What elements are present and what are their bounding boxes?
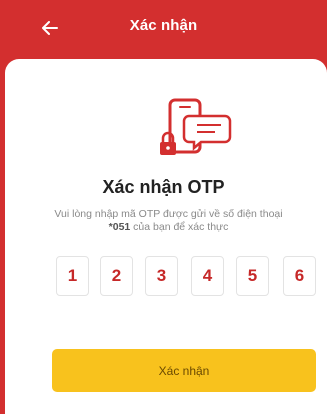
otp-description-line2: *051 của bạn để xác thực bbox=[10, 221, 327, 234]
phone-suffix: *051 bbox=[108, 221, 131, 233]
confirm-button[interactable]: Xác nhận bbox=[52, 349, 316, 392]
phone-chat-lock-icon bbox=[160, 98, 232, 155]
otp-description-rest: của bạn để xác thực bbox=[130, 221, 229, 233]
app-header: Xác nhận bbox=[0, 0, 327, 58]
otp-description: Vui lòng nhập mã OTP được gửi về số điện… bbox=[10, 208, 327, 234]
otp-description-line1: Vui lòng nhập mã OTP được gửi về số điện… bbox=[54, 208, 283, 220]
otp-digit-5[interactable]: 5 bbox=[236, 256, 269, 296]
otp-digit-1[interactable]: 1 bbox=[56, 256, 89, 296]
otp-digit-6[interactable]: 6 bbox=[283, 256, 316, 296]
otp-digit-3[interactable]: 3 bbox=[145, 256, 178, 296]
otp-digit-4[interactable]: 4 bbox=[191, 256, 224, 296]
page-title: Xác nhận bbox=[129, 17, 198, 34]
otp-title: Xác nhận OTP bbox=[102, 177, 225, 197]
otp-screen: Xác nhận Xác nhận OTP Vui lòng nhập mã O… bbox=[0, 0, 327, 414]
otp-digit-2[interactable]: 2 bbox=[100, 256, 133, 296]
otp-input-row: 1 2 3 4 5 6 bbox=[0, 256, 327, 296]
